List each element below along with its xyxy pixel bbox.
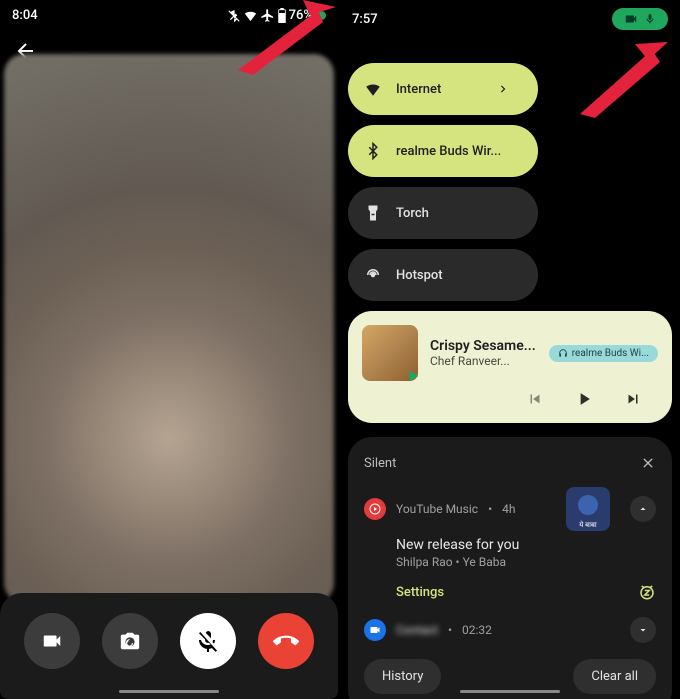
- mic-icon: [644, 13, 656, 25]
- quick-settings: Internet realme Buds Wir... Torch Hotspo…: [340, 63, 680, 301]
- video-feed: [4, 54, 334, 603]
- tile-internet[interactable]: Internet: [348, 63, 538, 115]
- notification-call[interactable]: Contact•02:32: [364, 617, 656, 643]
- home-bar[interactable]: [460, 690, 560, 693]
- notification-youtube-music[interactable]: YouTube Music•4h ये बाबा New release for…: [364, 487, 656, 601]
- status-bar: 8:04 76%: [0, 0, 338, 31]
- battery-icon: [277, 8, 287, 23]
- status-icons: 76%: [227, 8, 326, 23]
- bluetooth-off-icon: [227, 9, 241, 23]
- screen-videocall: 8:04 76%: [0, 0, 338, 699]
- silent-header: Silent: [364, 455, 656, 471]
- switch-camera-button[interactable]: [102, 613, 158, 669]
- prev-icon[interactable]: [526, 390, 544, 408]
- wifi-icon: [243, 8, 258, 23]
- media-thumbnail: [362, 325, 418, 381]
- app-icon: [364, 619, 386, 641]
- privacy-pill[interactable]: [612, 8, 668, 30]
- flashlight-icon: [364, 204, 382, 222]
- notif-action-settings[interactable]: Settings: [396, 585, 444, 600]
- contact-name: Contact: [396, 623, 438, 637]
- screen-quicksettings: 7:57 Internet realme Buds Wir... Torch H…: [340, 0, 680, 699]
- hotspot-icon: [364, 266, 382, 284]
- battery-pct: 76%: [289, 8, 313, 23]
- camera-icon: [624, 12, 638, 26]
- status-bar: 7:57: [340, 0, 680, 38]
- app-icon: [364, 498, 386, 520]
- snooze-icon[interactable]: [638, 583, 656, 601]
- play-icon[interactable]: [574, 389, 594, 409]
- headphones-icon: [558, 348, 568, 358]
- media-controls: [362, 389, 658, 409]
- collapse-button[interactable]: [630, 496, 656, 522]
- tile-hotspot[interactable]: Hotspot: [348, 249, 538, 301]
- mute-button[interactable]: [180, 613, 236, 669]
- notif-footer: History Clear all: [364, 659, 656, 694]
- time: 7:57: [352, 12, 378, 27]
- expand-button[interactable]: [630, 617, 656, 643]
- call-controls: [0, 593, 338, 699]
- time: 8:04: [12, 8, 38, 23]
- wifi-icon: [364, 80, 382, 98]
- close-icon[interactable]: [640, 455, 656, 471]
- next-icon[interactable]: [624, 390, 642, 408]
- bluetooth-icon: [364, 142, 382, 160]
- output-chip[interactable]: realme Buds Wi...: [549, 345, 658, 362]
- clearall-button[interactable]: Clear all: [573, 659, 656, 694]
- svg-text:ये बाबा: ये बाबा: [579, 520, 597, 529]
- airplane-icon: [260, 8, 275, 23]
- tile-bluetooth[interactable]: realme Buds Wir...: [348, 125, 538, 177]
- home-bar[interactable]: [119, 690, 219, 693]
- hangup-button[interactable]: [258, 613, 314, 669]
- tile-torch[interactable]: Torch: [348, 187, 538, 239]
- toggle-camera-button[interactable]: [24, 613, 80, 669]
- media-artist: Chef Ranveer...: [430, 354, 537, 368]
- media-card[interactable]: Crispy Sesame... Chef Ranveer... realme …: [348, 311, 672, 423]
- history-button[interactable]: History: [364, 659, 441, 694]
- media-title: Crispy Sesame...: [430, 338, 537, 354]
- chevron-right-icon: [496, 82, 510, 96]
- notification-shade: Silent YouTube Music•4h ये बाबा New rele…: [348, 437, 672, 699]
- notif-thumbnail: ये बाबा: [566, 487, 610, 531]
- privacy-dot: [317, 11, 326, 20]
